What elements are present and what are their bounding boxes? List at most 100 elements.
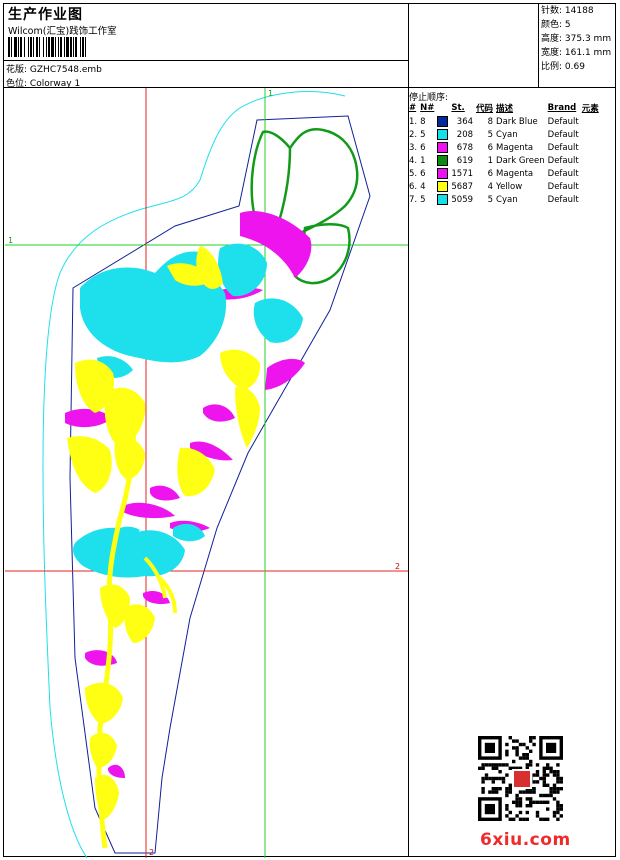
qr-module — [559, 787, 563, 791]
color-description: Magenta — [496, 142, 534, 153]
qr-module — [532, 800, 536, 804]
qr-module — [535, 780, 540, 784]
qr-module — [484, 773, 489, 777]
qr-module — [525, 804, 529, 808]
qr-module — [505, 773, 509, 777]
stitch-count: 5059 — [451, 194, 474, 205]
color-description: Cyan — [496, 129, 518, 140]
qr-code — [478, 736, 563, 821]
qr-module — [512, 739, 516, 743]
qr-module — [525, 763, 529, 767]
color-description: Yellow — [496, 181, 523, 192]
color-swatch-box — [437, 194, 449, 205]
sheet-title: 生产作业图 — [8, 7, 83, 23]
qr-module — [498, 776, 502, 781]
qr-module — [512, 759, 516, 764]
color-swatch-box — [437, 129, 449, 140]
qr-module — [559, 804, 563, 808]
qr-module — [508, 790, 512, 794]
qr-module — [518, 804, 523, 808]
stop-row: 4. 1 619 1 Dark Green Default — [409, 154, 602, 167]
qr-module — [542, 770, 546, 774]
brand: Default — [547, 181, 579, 192]
col-header: 代码 — [476, 103, 494, 114]
color-swatch-box — [437, 181, 449, 192]
qr-module — [542, 766, 546, 770]
qr-module — [556, 790, 560, 794]
qr-module — [522, 742, 526, 747]
qr-module — [478, 766, 482, 770]
qr-module — [481, 766, 485, 770]
element — [582, 180, 602, 193]
color-description: Magenta — [496, 168, 534, 179]
qr-module — [539, 793, 543, 798]
qr-module — [518, 800, 523, 804]
qr-module — [556, 787, 560, 791]
color-description: Dark Green — [496, 155, 545, 166]
qr-module — [508, 810, 512, 815]
qr-module — [518, 756, 523, 760]
row-number: 6. — [409, 181, 418, 192]
barcode — [8, 37, 150, 57]
qr-module — [491, 766, 495, 770]
qr-module — [505, 804, 509, 808]
needle-number: 4 — [420, 181, 426, 192]
qr-module — [549, 766, 553, 770]
qr-module — [556, 773, 560, 777]
qr-module — [529, 763, 533, 767]
qr-module — [522, 753, 526, 757]
qr-module — [556, 804, 560, 808]
qr-module — [505, 790, 509, 794]
qr-module — [484, 776, 489, 781]
qr-module — [549, 793, 553, 798]
qr-module — [515, 814, 519, 818]
qr-module — [491, 763, 495, 767]
stitch-count: 619 — [456, 155, 474, 166]
stats-panel: 针数: 14188 颜色: 5 高度: 375.3 mm 宽度: 161.1 m… — [541, 4, 611, 74]
qr-module — [529, 736, 533, 740]
qr-module — [525, 797, 529, 801]
qr-module — [525, 753, 529, 757]
qr-module — [542, 783, 546, 787]
qr-module — [556, 817, 560, 821]
qr-module — [488, 790, 492, 794]
qr-module — [491, 787, 495, 791]
qr-module — [515, 800, 519, 804]
element — [582, 115, 602, 128]
qr-module — [518, 790, 523, 794]
color-swatch — [437, 193, 451, 206]
qr-module — [498, 763, 502, 767]
color-description: Dark Blue — [496, 116, 538, 127]
needle-number: 5 — [420, 194, 426, 205]
qr-module — [539, 800, 543, 804]
qr-module — [495, 787, 499, 791]
element — [582, 193, 602, 206]
qr-module — [529, 797, 533, 801]
qr-module — [552, 773, 557, 777]
qr-module — [542, 780, 546, 784]
qr-module — [546, 807, 550, 811]
qr-module — [491, 780, 495, 784]
qr-module — [481, 787, 485, 791]
col-header: N# — [420, 102, 435, 113]
qr-module — [505, 807, 509, 811]
color-code: 6 — [487, 168, 494, 179]
qr-module — [508, 817, 512, 821]
color-count: 颜色: 5 — [541, 20, 571, 30]
brand: Default — [547, 194, 579, 205]
qr-module — [556, 763, 560, 767]
qr-module — [491, 790, 495, 794]
stop-row: 3. 6 678 6 Magenta Default — [409, 141, 602, 154]
color-code: 4 — [487, 181, 494, 192]
qr-module — [488, 776, 492, 781]
qr-module — [546, 763, 550, 767]
row-number: 3. — [409, 142, 418, 153]
qr-module — [552, 810, 557, 815]
qr-module — [549, 790, 553, 794]
qr-module — [508, 766, 512, 770]
qr-module — [559, 807, 563, 811]
qr-module — [552, 787, 557, 791]
row-number: 2. — [409, 129, 418, 140]
qr-module — [484, 763, 489, 767]
design-height: 高度: 375.3 mm — [541, 34, 612, 44]
